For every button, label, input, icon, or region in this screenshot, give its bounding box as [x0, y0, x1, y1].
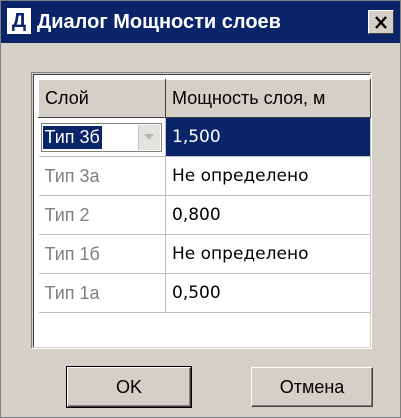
layer-grid: Слой Мощность слоя, м Тип 3б 1,500 Тип 3…	[31, 72, 372, 349]
layer-table: Слой Мощность слоя, м Тип 3б 1,500 Тип 3…	[38, 79, 371, 313]
layer-cell[interactable]: Тип 3а	[38, 156, 166, 196]
layer-cell[interactable]: Тип 3б	[38, 117, 166, 157]
dialog-window: Д Диалог Мощности слоев Слой Мощность сл…	[0, 0, 401, 418]
thickness-cell[interactable]: 0,500	[165, 273, 371, 313]
table-row[interactable]: Тип 1б Не определено	[38, 234, 371, 274]
app-icon: Д	[7, 8, 31, 34]
column-header-layer[interactable]: Слой	[38, 79, 166, 118]
layer-type-combobox[interactable]: Тип 3б	[40, 122, 162, 152]
close-button[interactable]	[368, 10, 394, 34]
column-header-thickness[interactable]: Мощность слоя, м	[165, 79, 371, 118]
layer-type-value: Тип 3б	[42, 125, 102, 149]
table-row[interactable]: Тип 3а Не определено	[38, 156, 371, 196]
thickness-cell[interactable]: 0,800	[165, 195, 371, 235]
thickness-cell[interactable]: Не определено	[165, 234, 371, 274]
table-row[interactable]: Тип 2 0,800	[38, 195, 371, 235]
thickness-cell[interactable]: Не определено	[165, 156, 371, 196]
layer-cell[interactable]: Тип 1а	[38, 273, 166, 313]
table-row[interactable]: Тип 3б 1,500	[38, 117, 371, 157]
thickness-cell[interactable]: 1,500	[165, 117, 371, 157]
window-title: Диалог Мощности слоев	[37, 11, 281, 33]
layer-cell[interactable]: Тип 1б	[38, 234, 166, 274]
header-row: Слой Мощность слоя, м	[38, 79, 371, 118]
cancel-button[interactable]: Отмена	[251, 367, 373, 407]
layer-cell[interactable]: Тип 2	[38, 195, 166, 235]
chevron-down-icon	[144, 134, 154, 140]
title-bar[interactable]: Д Диалог Мощности слоев	[1, 1, 400, 43]
ok-button[interactable]: OK	[66, 366, 192, 408]
dropdown-button[interactable]	[137, 124, 160, 150]
layer-grid-body: Слой Мощность слоя, м Тип 3б 1,500 Тип 3…	[33, 74, 371, 347]
table-row[interactable]: Тип 1а 0,500	[38, 273, 371, 313]
close-icon	[375, 15, 387, 29]
